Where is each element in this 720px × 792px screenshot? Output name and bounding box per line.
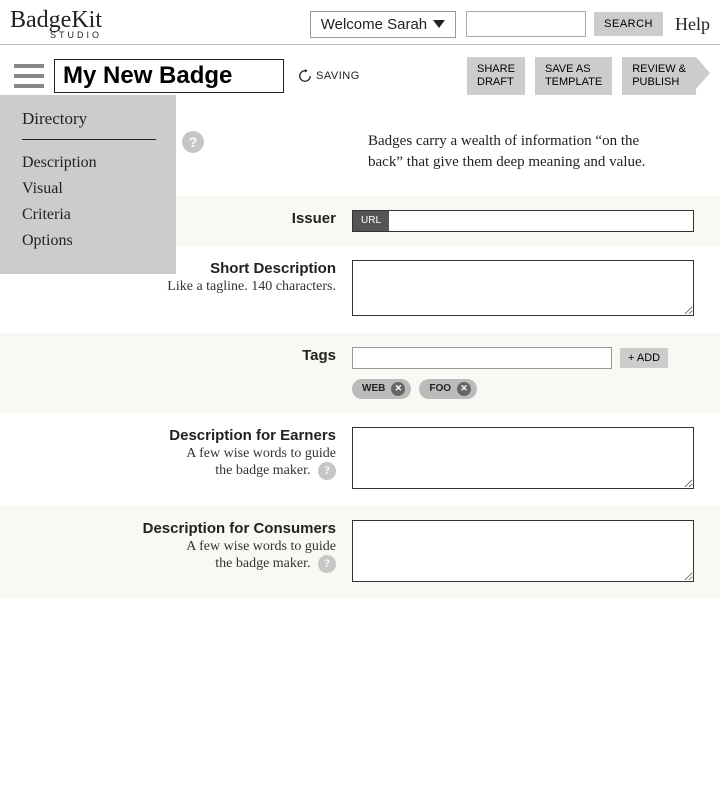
saving-label: SAVING [316,70,360,82]
tags-list: WEB ✕ FOO ✕ [352,379,694,399]
saving-indicator: SAVING [298,69,360,83]
short-desc-sub: Like a tagline. 140 characters. [0,279,336,295]
logo: BadgeKit STUDIO [10,8,102,40]
logo-text: BadgeKit [10,8,102,32]
tag-pill: FOO ✕ [419,379,477,399]
short-desc-textarea[interactable] [352,260,694,316]
tags-row: Tags + ADD WEB ✕ FOO ✕ [0,333,720,413]
intro-text: Badges carry a wealth of information “on… [368,131,658,172]
tags-label: Tags [0,347,336,364]
user-dropdown-label: Welcome Sarah [321,16,427,33]
toolbar: SAVING SHARE DRAFT SAVE AS TEMPLATE REVI… [0,45,720,107]
badge-name-input[interactable] [54,59,284,93]
earners-label: Description for Earners [0,427,336,444]
search-button[interactable]: SEARCH [594,12,663,36]
side-menu: Directory Description Visual Criteria Op… [0,95,176,274]
remove-tag-icon[interactable]: ✕ [457,382,471,396]
tag-label: FOO [429,383,451,394]
save-template-button[interactable]: SAVE AS TEMPLATE [535,57,612,95]
chevron-down-icon [433,20,445,28]
hamburger-icon[interactable] [14,64,44,88]
consumers-label: Description for Consumers [0,520,336,537]
search-input[interactable] [466,11,586,37]
earners-textarea[interactable] [352,427,694,489]
menu-item-options[interactable]: Options [22,228,156,254]
review-publish-button[interactable]: REVIEW & PUBLISH [622,57,696,95]
help-link[interactable]: Help [675,14,710,35]
menu-directory[interactable]: Directory [22,109,156,140]
issuer-url-field: URL [352,210,694,232]
menu-item-criteria[interactable]: Criteria [22,202,156,228]
remove-tag-icon[interactable]: ✕ [391,382,405,396]
tag-label: WEB [362,383,385,394]
help-icon[interactable]: ? [182,131,204,153]
earners-row: Description for Earners A few wise words… [0,413,720,506]
share-draft-button[interactable]: SHARE DRAFT [467,57,525,95]
help-icon[interactable]: ? [318,462,336,480]
consumers-sub: A few wise words to guide the badge make… [0,539,336,573]
consumers-row: Description for Consumers A few wise wor… [0,506,720,599]
arrow-right-icon [696,57,710,89]
consumers-textarea[interactable] [352,520,694,582]
tag-pill: WEB ✕ [352,379,411,399]
url-prefix: URL [353,211,389,231]
tags-input[interactable] [352,347,612,369]
app-header: BadgeKit STUDIO Welcome Sarah SEARCH Hel… [0,0,720,45]
earners-sub: A few wise words to guide the badge make… [0,446,336,480]
menu-item-description[interactable]: Description [22,150,156,176]
menu-item-visual[interactable]: Visual [22,176,156,202]
refresh-icon [298,69,312,83]
issuer-url-input[interactable] [389,211,693,231]
user-dropdown[interactable]: Welcome Sarah [310,11,456,38]
add-tag-button[interactable]: + ADD [620,348,668,368]
help-icon[interactable]: ? [318,555,336,573]
